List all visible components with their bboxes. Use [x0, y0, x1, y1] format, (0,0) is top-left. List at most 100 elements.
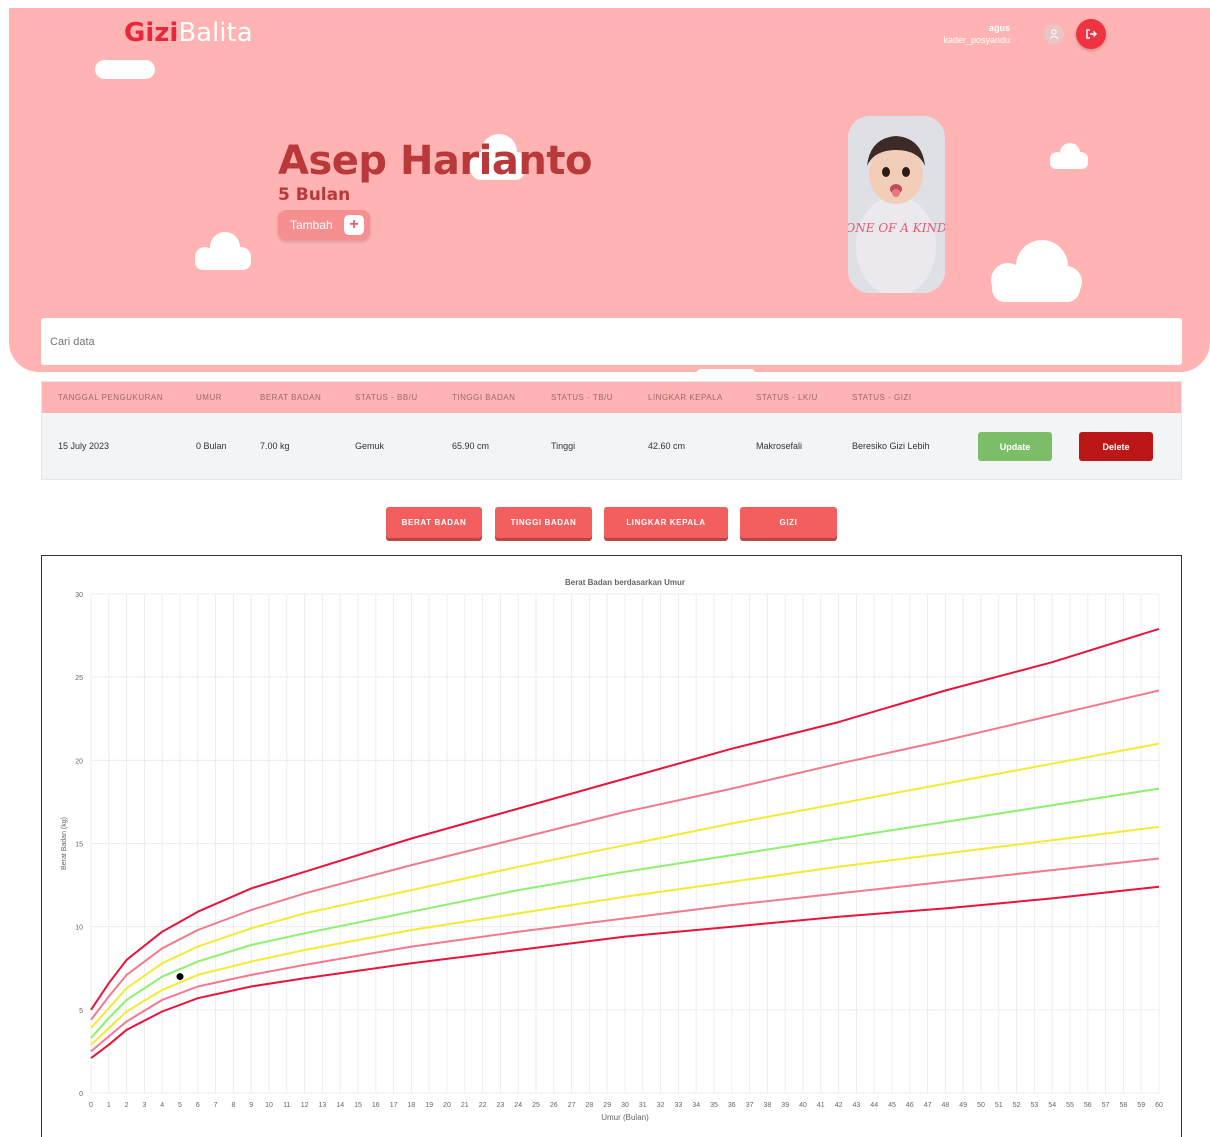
tab-weight[interactable]: BERAT BADAN — [386, 507, 482, 538]
y-tick-label: 5 — [79, 1008, 83, 1015]
x-tick-label: 53 — [1031, 1102, 1039, 1109]
plus-icon: + — [344, 215, 364, 235]
x-tick-label: 19 — [425, 1102, 433, 1109]
cell-age: 0 Bulan — [196, 441, 227, 451]
photo-text: ONE OF A KIND — [848, 221, 945, 235]
header-weight-status: STATUS - BB/U — [355, 393, 418, 402]
x-tick-label: 8 — [231, 1102, 235, 1109]
user-info: agus kader_posyandu — [943, 22, 1010, 46]
x-tick-label: 36 — [728, 1102, 736, 1109]
x-tick-label: 31 — [639, 1102, 647, 1109]
measurement-point — [176, 973, 184, 981]
chart-canvas: 0 1 2 3 4 5 6 7 8 9 10 11 12 13 14 15 16 17 18 19 20 21 22 23 24… — [61, 578, 1163, 1122]
x-tick-label: 29 — [603, 1102, 611, 1109]
cell-height: 65.90 cm — [452, 441, 490, 451]
x-tick-label: 43 — [853, 1102, 861, 1109]
x-tick-label: 20 — [443, 1102, 451, 1109]
x-tick-label: 52 — [1013, 1102, 1021, 1109]
x-tick-label: 13 — [319, 1102, 327, 1109]
baby-photo-icon: ONE OF A KIND — [848, 116, 945, 293]
cloud-icon — [1050, 143, 1088, 169]
x-tick-label: 27 — [568, 1102, 576, 1109]
x-tick-label: 0 — [89, 1102, 93, 1109]
x-tick-label: 9 — [249, 1102, 253, 1109]
logout-icon — [1086, 29, 1097, 39]
y-tick-label: 20 — [75, 758, 83, 765]
cell-height-status: Tinggi — [551, 441, 576, 451]
x-tick-label: 49 — [959, 1102, 967, 1109]
growth-chart: 0 1 2 3 4 5 6 7 8 9 10 11 12 13 14 15 16 17 18 19 20 21 22 23 24… — [41, 555, 1182, 1137]
x-tick-label: 15 — [354, 1102, 362, 1109]
cell-weight-status: Gemuk — [355, 441, 385, 451]
x-tick-label: 32 — [657, 1102, 665, 1109]
x-tick-label: 12 — [301, 1102, 309, 1109]
y-tick-label: 0 — [79, 1091, 83, 1098]
x-tick-label: 47 — [924, 1102, 932, 1109]
cloud-icon — [991, 240, 1082, 302]
add-measurement-button[interactable]: Tambah + — [278, 210, 370, 240]
x-tick-label: 40 — [799, 1102, 807, 1109]
x-tick-label: 24 — [514, 1102, 522, 1109]
x-tick-label: 55 — [1066, 1102, 1074, 1109]
x-tick-label: 4 — [160, 1102, 164, 1109]
x-tick-label: 11 — [283, 1102, 290, 1109]
y-tick-label: 15 — [75, 842, 83, 849]
x-tick-label: 38 — [764, 1102, 772, 1109]
header-date: TANGGAL PENGUKURAN — [58, 393, 164, 402]
update-button[interactable]: Update — [978, 432, 1052, 461]
logout-button[interactable] — [1076, 19, 1106, 49]
x-tick-label: 28 — [586, 1102, 594, 1109]
x-tick-label: 21 — [461, 1102, 469, 1109]
y-tick-label: 10 — [75, 925, 83, 932]
cell-nutrition-status: Beresiko Gizi Lebih — [852, 441, 930, 451]
x-tick-label: 35 — [710, 1102, 718, 1109]
x-tick-label: 59 — [1137, 1102, 1145, 1109]
header-weight: BERAT BADAN — [260, 393, 322, 402]
cell-date: 15 July 2023 — [58, 441, 110, 451]
brand-part2: Balita — [178, 18, 253, 48]
x-tick-label: 34 — [692, 1102, 700, 1109]
chart-title: Berat Badan berdasarkan Umur — [565, 578, 685, 587]
x-tick-label: 51 — [995, 1102, 1003, 1109]
nav-pill[interactable] — [95, 60, 155, 79]
delete-button[interactable]: Delete — [1079, 432, 1153, 461]
x-tick-label: 33 — [675, 1102, 683, 1109]
user-role: kader_posyandu — [943, 35, 1010, 45]
child-age: 5 Bulan — [278, 185, 351, 205]
header-height: TINGGI BADAN — [452, 393, 516, 402]
x-tick-label: 3 — [142, 1102, 146, 1109]
x-tick-label: 56 — [1084, 1102, 1092, 1109]
x-tick-label: 1 — [107, 1102, 111, 1109]
brand-part1: Gizi — [124, 18, 179, 48]
x-tick-label: 50 — [977, 1102, 985, 1109]
brand-logo[interactable]: GiziBalita — [124, 18, 253, 48]
tab-nutrition[interactable]: GIZI — [740, 507, 837, 538]
search-input[interactable] — [41, 318, 1182, 365]
table-header: TANGGAL PENGUKURAN UMUR BERAT BADAN STAT… — [42, 382, 1181, 413]
add-label: Tambah — [290, 218, 333, 232]
x-tick-label: 14 — [336, 1102, 344, 1109]
tab-head-circumference[interactable]: LINGKAR KEPALA — [604, 507, 728, 538]
child-photo: ONE OF A KIND — [848, 116, 945, 293]
avatar[interactable] — [1044, 24, 1064, 44]
measurement-table: TANGGAL PENGUKURAN UMUR BERAT BADAN STAT… — [41, 381, 1182, 480]
cell-head: 42.60 cm — [648, 441, 686, 451]
user-icon — [1049, 29, 1059, 40]
scroll-notch — [697, 369, 755, 375]
x-tick-label: 48 — [942, 1102, 950, 1109]
header-nutrition-status: STATUS - GIZI — [852, 393, 912, 402]
x-tick-label: 37 — [746, 1102, 754, 1109]
x-axis-label: Umur (Bulan) — [601, 1113, 649, 1122]
tab-height[interactable]: TINGGI BADAN — [495, 507, 592, 538]
x-tick-label: 41 — [817, 1102, 825, 1109]
y-tick-label: 25 — [75, 675, 83, 682]
x-tick-label: 18 — [408, 1102, 416, 1109]
x-tick-label: 6 — [196, 1102, 200, 1109]
x-tick-label: 16 — [372, 1102, 380, 1109]
header-head-status: STATUS - LK/U — [756, 393, 818, 402]
x-tick-label: 58 — [1120, 1102, 1128, 1109]
header-age: UMUR — [196, 393, 222, 402]
x-tick-label: 39 — [781, 1102, 789, 1109]
x-tick-label: 42 — [835, 1102, 843, 1109]
header-height-status: STATUS - TB/U — [551, 393, 614, 402]
